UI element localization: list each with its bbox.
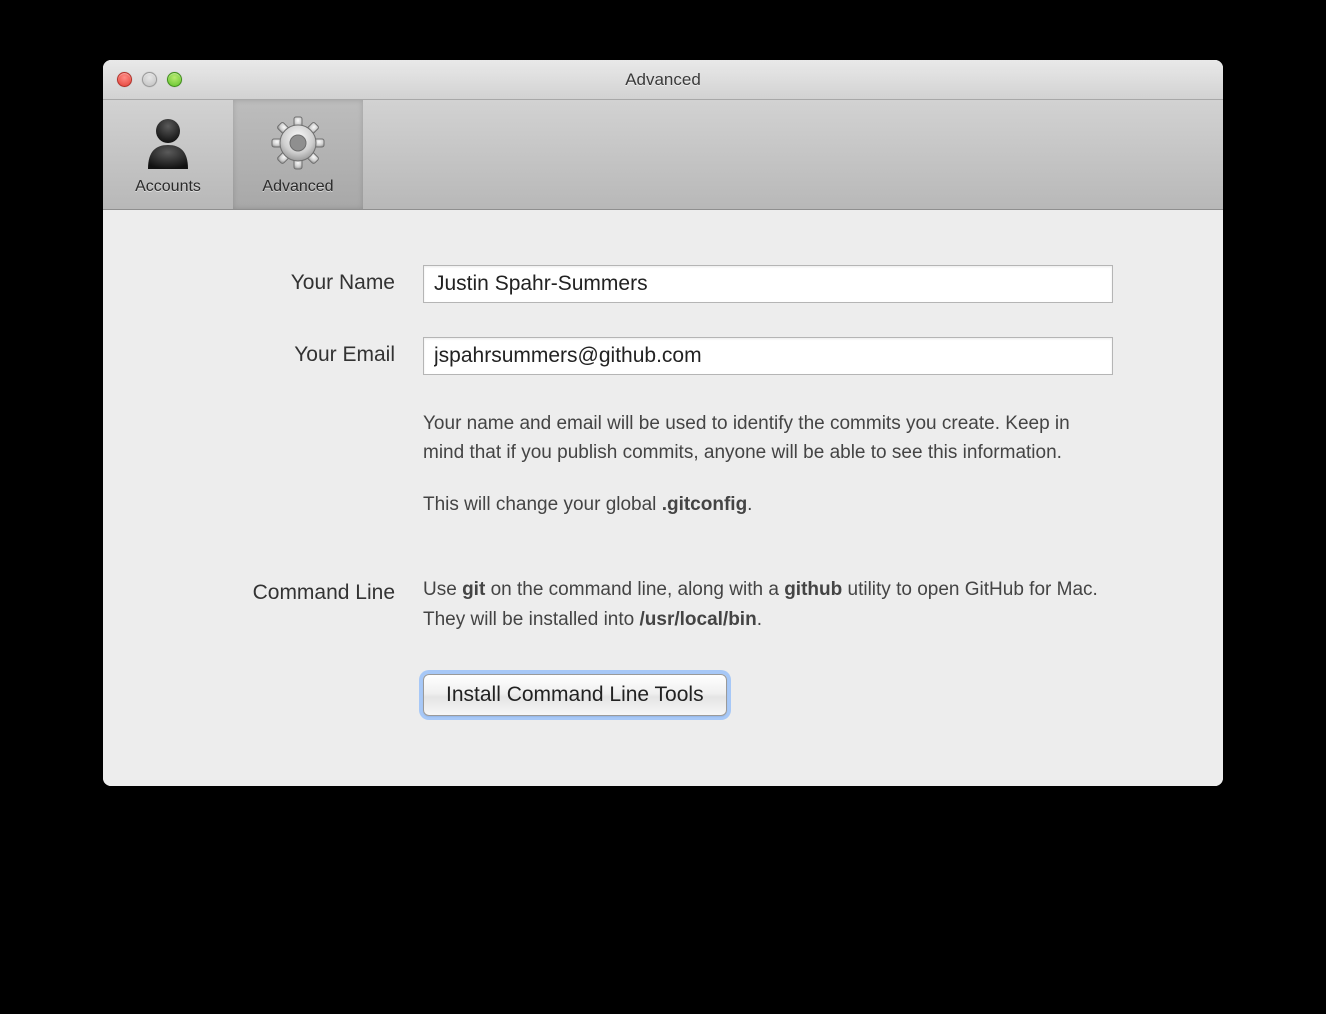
toolbar-tab-label: Advanced	[262, 178, 333, 196]
row-your-email: Your Email	[163, 337, 1163, 375]
your-name-input[interactable]	[423, 265, 1113, 303]
identity-help-para-2: This will change your global .gitconfig.	[423, 490, 1103, 519]
row-command-line: Command Line Use git on the command line…	[163, 575, 1163, 656]
toolbar-tab-label: Accounts	[135, 178, 201, 196]
advanced-pane: Your Name Your Email Your name and email…	[103, 210, 1223, 786]
traffic-lights	[117, 72, 182, 87]
toolbar-tab-accounts[interactable]: Accounts	[103, 100, 233, 209]
your-email-label: Your Email	[163, 337, 423, 367]
cli-desc-para: Use git on the command line, along with …	[423, 575, 1103, 634]
preferences-window: Advanced Accounts	[103, 60, 1223, 786]
titlebar: Advanced	[103, 60, 1223, 100]
minimize-icon[interactable]	[142, 72, 157, 87]
row-your-name: Your Name	[163, 265, 1163, 303]
toolbar-tab-advanced[interactable]: Advanced	[233, 100, 363, 209]
command-line-label: Command Line	[163, 575, 423, 605]
preferences-toolbar: Accounts	[103, 100, 1223, 210]
your-name-label: Your Name	[163, 265, 423, 295]
window-title: Advanced	[625, 70, 701, 90]
row-identity-help: Your name and email will be used to iden…	[163, 409, 1163, 541]
identity-help-text: Your name and email will be used to iden…	[423, 409, 1103, 541]
close-icon[interactable]	[117, 72, 132, 87]
your-email-input[interactable]	[423, 337, 1113, 375]
command-line-desc: Use git on the command line, along with …	[423, 575, 1103, 656]
row-install-button: Install Command Line Tools	[163, 674, 1163, 716]
user-icon	[139, 114, 197, 172]
install-command-line-tools-button[interactable]: Install Command Line Tools	[423, 674, 727, 716]
zoom-icon[interactable]	[167, 72, 182, 87]
gear-icon	[269, 114, 327, 172]
identity-help-para-1: Your name and email will be used to iden…	[423, 409, 1103, 468]
